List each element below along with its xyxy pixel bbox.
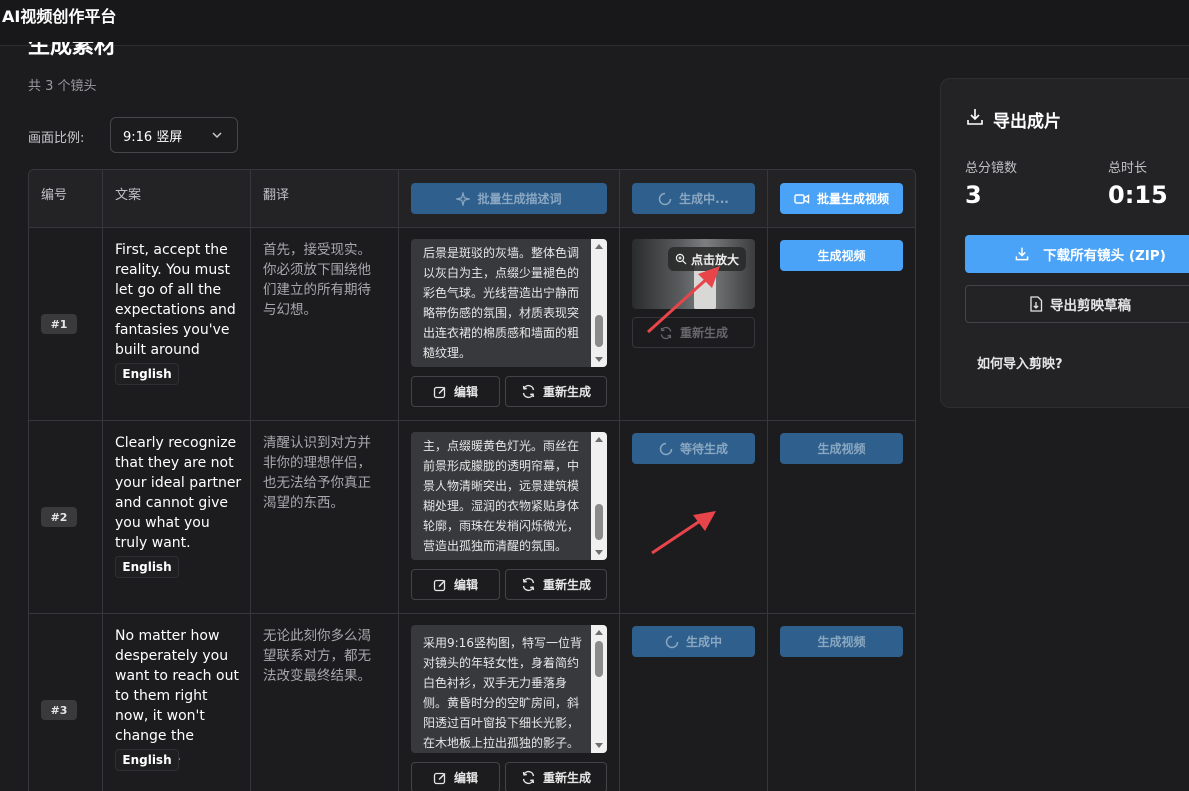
- zoom-in-label: 点击放大: [690, 252, 739, 267]
- total-duration-label: 总时长: [1108, 161, 1148, 176]
- download-icon: [1015, 247, 1029, 261]
- batch-generate-video-label: 批量生成视频: [816, 192, 889, 206]
- image-status-button[interactable]: 等待生成: [632, 433, 755, 464]
- ratio-label: 画面比例:: [28, 131, 85, 146]
- page-title: 生成素材: [28, 42, 116, 60]
- total-duration-value: 0:15: [1108, 181, 1168, 209]
- shot-number-badge: #2: [41, 507, 77, 527]
- download-icon: [967, 109, 983, 125]
- translation-text: 首先，接受现实。你必须放下围绕他们建立的所有期待与幻想。: [263, 242, 371, 318]
- prompt-scrollbar[interactable]: [591, 239, 607, 367]
- header-script: 文案: [115, 188, 142, 203]
- edit-label: 编辑: [453, 771, 478, 785]
- shot-count: 共 3 个镜头: [28, 79, 97, 94]
- aspect-ratio-select[interactable]: 9:16 竖屏: [110, 117, 238, 153]
- image-status-button[interactable]: 生成中: [632, 626, 755, 657]
- app-title: AI视频创作平台: [2, 7, 117, 26]
- file-export-icon: [1030, 296, 1043, 312]
- zoom-in-icon: [675, 253, 687, 265]
- total-shots-label: 总分镜数: [965, 161, 1018, 176]
- how-to-import-link[interactable]: 如何导入剪映?: [977, 353, 1063, 372]
- refresh-icon: [522, 577, 535, 592]
- prompt-scrollbar[interactable]: [591, 625, 607, 753]
- regenerate-prompt-label: 重新生成: [542, 578, 591, 592]
- translation-text: 清醒认识到对方并非你的理想伴侣，也无法给予你真正渴望的东西。: [263, 435, 371, 511]
- translation-text: 无论此刻你多么渴望联系对方，都无法改变最终结果。: [263, 628, 371, 684]
- prompt-textarea[interactable]: 主，点缀暖黄色灯光。雨丝在前景形成朦胧的透明帘幕，中景人物清晰突出，远景建筑模糊…: [411, 432, 607, 560]
- aspect-ratio-value: 9:16 竖屏: [123, 129, 183, 145]
- generate-video-button[interactable]: 生成视频: [780, 240, 903, 271]
- edit-button[interactable]: 编辑: [411, 762, 500, 791]
- shots-table: 编号 文案 翻译 批量生成描述词 生成中... 批量生成视频 #1 First,…: [28, 169, 916, 791]
- refresh-icon: [660, 326, 672, 339]
- prompt-text: 后景是斑驳的灰墙。整体色调以灰白为主，点缀少量褪色的彩色气球。光线营造出宁静而略…: [423, 246, 580, 360]
- language-tag: English: [115, 556, 179, 578]
- regenerate-prompt-label: 重新生成: [542, 385, 591, 399]
- regenerate-prompt-button[interactable]: 重新生成: [505, 569, 607, 600]
- edit-button[interactable]: 编辑: [411, 569, 500, 600]
- header-number: 编号: [41, 188, 68, 203]
- prompt-text: 采用9:16竖构图，特写一位背对镜头的年轻女性，身着简约白色衬衫，双手无力垂落身…: [423, 636, 582, 750]
- header-translation: 翻译: [263, 188, 290, 203]
- batch-generate-video-button[interactable]: 批量生成视频: [780, 183, 903, 214]
- regenerate-image-button[interactable]: 重新生成: [632, 317, 755, 348]
- edit-icon: [433, 772, 446, 784]
- script-text: Clearly recognize that they are not your…: [115, 435, 242, 551]
- loading-spinner-icon: [665, 635, 679, 648]
- generate-video-button[interactable]: 生成视频: [780, 433, 903, 464]
- language-tag: English: [115, 749, 179, 771]
- prompt-text: 主，点缀暖黄色灯光。雨丝在前景形成朦胧的透明帘幕，中景人物清晰突出，远景建筑模糊…: [423, 439, 580, 553]
- edit-label: 编辑: [453, 385, 478, 399]
- download-all-zip-button[interactable]: 下载所有镜头 (ZIP): [965, 235, 1189, 273]
- shot-number-badge: #1: [41, 314, 77, 334]
- prompt-textarea[interactable]: 采用9:16竖构图，特写一位背对镜头的年轻女性，身着简约白色衬衫，双手无力垂落身…: [411, 625, 607, 753]
- batch-generate-prompts-label: 批量生成描述词: [477, 192, 562, 206]
- prompt-textarea[interactable]: 后景是斑驳的灰墙。整体色调以灰白为主，点缀少量褪色的彩色气球。光线营造出宁静而略…: [411, 239, 607, 367]
- image-status-label: 等待生成: [679, 442, 728, 456]
- page-title-text: 生成素材: [28, 42, 117, 59]
- download-all-zip-label: 下载所有镜头 (ZIP): [1043, 248, 1166, 264]
- total-shots-value: 3: [965, 181, 982, 209]
- refresh-icon: [522, 384, 535, 399]
- generate-video-label: 生成视频: [817, 635, 866, 649]
- batch-generate-prompts-button[interactable]: 批量生成描述词: [411, 183, 607, 214]
- generate-video-label: 生成视频: [817, 442, 866, 456]
- refresh-icon: [522, 770, 535, 785]
- loading-spinner-icon: [658, 192, 672, 205]
- chevron-down-icon: [212, 132, 222, 139]
- batch-generating-button[interactable]: 生成中...: [632, 183, 755, 214]
- edit-label: 编辑: [453, 578, 478, 592]
- image-status-label: 生成中: [685, 635, 722, 649]
- edit-icon: [433, 386, 446, 398]
- script-text: No matter how desperately you want to re…: [115, 628, 239, 764]
- export-title: 导出成片: [993, 112, 1061, 132]
- zoom-in-chip[interactable]: 点击放大: [668, 247, 746, 271]
- shot-number-badge: #3: [41, 700, 77, 720]
- generate-video-label: 生成视频: [817, 249, 866, 263]
- export-panel: 导出成片 总分镜数 3 总时长 0:15 下载所有镜头 (ZIP) 导出剪映草稿…: [940, 78, 1189, 408]
- language-tag: English: [115, 363, 179, 385]
- regenerate-prompt-button[interactable]: 重新生成: [505, 376, 607, 407]
- export-jianying-draft-button[interactable]: 导出剪映草稿: [965, 285, 1189, 323]
- edit-button[interactable]: 编辑: [411, 376, 500, 407]
- regenerate-image-label: 重新生成: [679, 326, 728, 340]
- edit-icon: [433, 579, 446, 591]
- sparkle-icon: [456, 191, 471, 206]
- batch-generating-label: 生成中...: [679, 192, 729, 206]
- generated-image-thumbnail[interactable]: 点击放大: [632, 239, 755, 309]
- top-bar: AI视频创作平台: [0, 0, 1189, 46]
- script-text: First, accept the reality. You must let …: [115, 242, 236, 378]
- prompt-scrollbar[interactable]: [591, 432, 607, 560]
- generate-video-button[interactable]: 生成视频: [780, 626, 903, 657]
- regenerate-prompt-button[interactable]: 重新生成: [505, 762, 607, 791]
- loading-spinner-icon: [659, 442, 673, 455]
- regenerate-prompt-label: 重新生成: [542, 771, 591, 785]
- export-jianying-draft-label: 导出剪映草稿: [1050, 298, 1131, 314]
- video-camera-icon: [794, 193, 810, 204]
